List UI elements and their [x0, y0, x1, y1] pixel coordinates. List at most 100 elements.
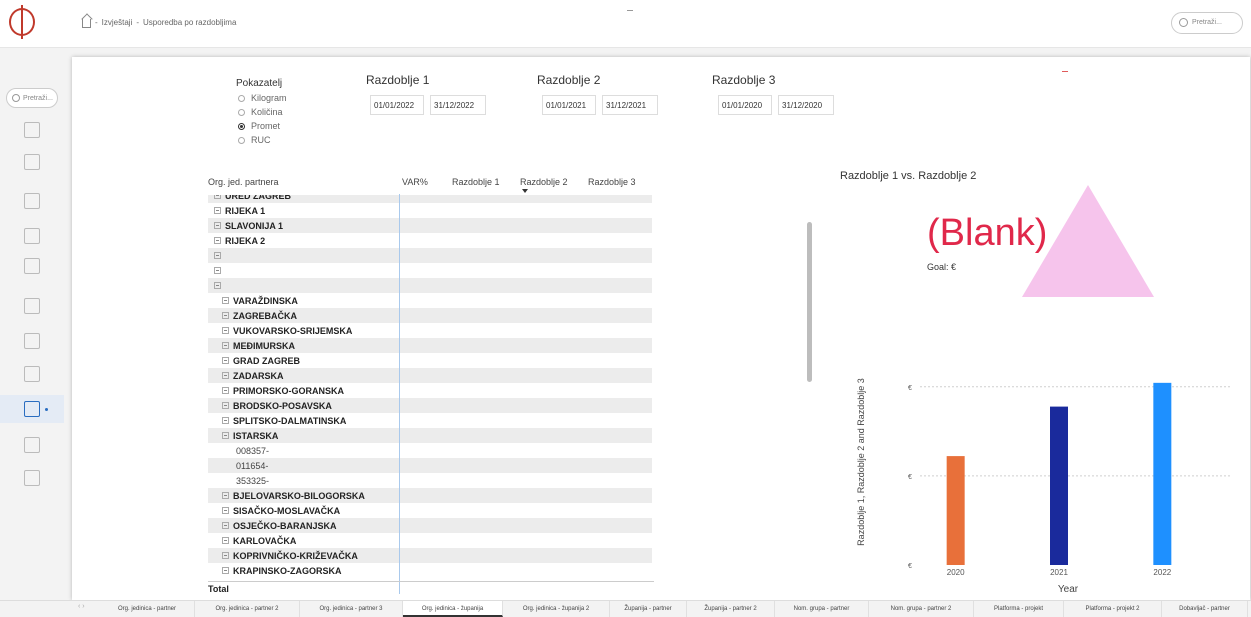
- page-tab[interactable]: Nom. grupa - partner: [775, 601, 869, 617]
- table-row[interactable]: SISAČKO-MOSLAVAČKA: [208, 503, 652, 518]
- expand-icon[interactable]: [214, 222, 221, 229]
- breadcrumb-item-reports[interactable]: Izvještaji: [102, 18, 133, 27]
- sidebar-search-input[interactable]: Pretraži...: [6, 88, 58, 108]
- top-search-input[interactable]: Pretraži...: [1171, 12, 1243, 34]
- period-1-to-input[interactable]: 31/12/2022: [430, 95, 486, 115]
- page-tab[interactable]: Org. jedinica - partner 3: [300, 601, 403, 617]
- sort-desc-icon[interactable]: [522, 189, 528, 193]
- expand-icon[interactable]: [222, 342, 229, 349]
- period-3-to-input[interactable]: 31/12/2020: [778, 95, 834, 115]
- table-row[interactable]: SPLITSKO-DALMATINSKA: [208, 413, 652, 428]
- expand-icon[interactable]: [214, 252, 221, 259]
- period-1-from-input[interactable]: 01/01/2022: [370, 95, 424, 115]
- briefcase-icon[interactable]: [24, 154, 40, 170]
- table-row[interactable]: VUKOVARSKO-SRIJEMSKA: [208, 323, 652, 338]
- column-header-org[interactable]: Org. jed. partnera: [208, 177, 279, 187]
- location-icon[interactable]: [24, 366, 40, 382]
- period-3-from-input[interactable]: 01/01/2020: [718, 95, 772, 115]
- table-row[interactable]: ISTARSKA: [208, 428, 652, 443]
- expand-icon[interactable]: [222, 372, 229, 379]
- shopping-bag-icon[interactable]: [24, 228, 40, 244]
- expand-icon[interactable]: [222, 327, 229, 334]
- expand-icon[interactable]: [214, 267, 221, 274]
- table-row[interactable]: 011654-: [208, 458, 652, 473]
- table-row[interactable]: 353325-: [208, 473, 652, 488]
- expand-icon[interactable]: [222, 387, 229, 394]
- table-row[interactable]: KRAPINSKO-ZAGORSKA: [208, 563, 652, 578]
- radio-ruc[interactable]: RUC: [238, 135, 271, 145]
- page-tab[interactable]: Županija - partner: [610, 601, 687, 617]
- expand-icon[interactable]: [222, 312, 229, 319]
- radio-kilogram[interactable]: Kilogram: [238, 93, 287, 103]
- table-row[interactable]: PRIMORSKO-GORANSKA: [208, 383, 652, 398]
- page-tab[interactable]: Županija - partner 2: [687, 601, 775, 617]
- column-header-period-2[interactable]: Razdoblje 2: [520, 177, 568, 187]
- page-tab[interactable]: Org. jedinica - županija 2: [503, 601, 610, 617]
- cart-icon[interactable]: [24, 298, 40, 314]
- table-row[interactable]: OSJEČKO-BARANJSKA: [208, 518, 652, 533]
- table-row[interactable]: GRAD ZAGREB: [208, 353, 652, 368]
- radio-kolicina[interactable]: Količina: [238, 107, 283, 117]
- table-row[interactable]: 008357-: [208, 443, 652, 458]
- expand-icon[interactable]: [222, 567, 229, 574]
- table-row[interactable]: BRODSKO-POSAVSKA: [208, 398, 652, 413]
- expand-icon[interactable]: [214, 207, 221, 214]
- expand-icon[interactable]: [222, 522, 229, 529]
- home-icon[interactable]: [82, 19, 91, 28]
- table-row[interactable]: [208, 278, 652, 293]
- expand-icon[interactable]: [214, 195, 221, 199]
- table-row[interactable]: URED ZAGREB: [208, 195, 652, 203]
- table-row[interactable]: MEĐIMURSKA: [208, 338, 652, 353]
- column-header-period-3[interactable]: Razdoblje 3: [588, 177, 636, 187]
- logo[interactable]: [9, 5, 35, 39]
- expand-icon[interactable]: [222, 552, 229, 559]
- page-tab[interactable]: Platforma - projekt: [974, 601, 1064, 617]
- table-row[interactable]: KOPRIVNIČKO-KRIŽEVAČKA: [208, 548, 652, 563]
- expand-icon[interactable]: [222, 492, 229, 499]
- expand-icon[interactable]: [222, 417, 229, 424]
- radio-icon[interactable]: [238, 94, 245, 102]
- expand-icon[interactable]: [222, 402, 229, 409]
- expand-icon[interactable]: [222, 297, 229, 304]
- column-header-period-1[interactable]: Razdoblje 1: [452, 177, 500, 187]
- tab-nav-arrows-icon[interactable]: ‹ ›: [78, 603, 85, 610]
- expand-icon[interactable]: [222, 432, 229, 439]
- table-row[interactable]: [208, 263, 652, 278]
- chart-icon[interactable]: [24, 401, 40, 417]
- inbox-icon[interactable]: [24, 470, 40, 486]
- page-tab[interactable]: Nom. grupa - partner 2: [869, 601, 974, 617]
- coins-icon[interactable]: [24, 333, 40, 349]
- table-row[interactable]: RIJEKA 1: [208, 203, 652, 218]
- expand-icon[interactable]: [214, 282, 221, 289]
- table-row[interactable]: [208, 248, 652, 263]
- radio-selected-icon[interactable]: [238, 122, 245, 130]
- expand-icon[interactable]: [214, 237, 221, 244]
- page-tab[interactable]: Platforma - projekt 2: [1064, 601, 1162, 617]
- table-row[interactable]: BJELOVARSKO-BILOGORSKA: [208, 488, 652, 503]
- table-row[interactable]: SLAVONIJA 1: [208, 218, 652, 233]
- table-row[interactable]: RIJEKA 2: [208, 233, 652, 248]
- period-2-from-input[interactable]: 01/01/2021: [542, 95, 596, 115]
- table-row[interactable]: VARAŽDINSKA: [208, 293, 652, 308]
- page-tab[interactable]: Dobavljač - partner: [1162, 601, 1248, 617]
- column-header-var[interactable]: VAR%: [402, 177, 428, 187]
- table-row[interactable]: ZADARSKA: [208, 368, 652, 383]
- breadcrumb-item-current[interactable]: Usporedba po razdobljima: [143, 18, 236, 27]
- period-2-to-input[interactable]: 31/12/2021: [602, 95, 658, 115]
- expand-icon[interactable]: [222, 357, 229, 364]
- home-icon[interactable]: [24, 122, 40, 138]
- document-icon[interactable]: [24, 193, 40, 209]
- table-row[interactable]: KARLOVAČKA: [208, 533, 652, 548]
- radio-icon[interactable]: [238, 136, 245, 144]
- radio-icon[interactable]: [238, 108, 245, 116]
- expand-icon[interactable]: [222, 507, 229, 514]
- vertical-scrollbar[interactable]: [807, 222, 812, 382]
- page-tab[interactable]: Org. jedinica - partner 2: [195, 601, 300, 617]
- radio-promet[interactable]: Promet: [238, 121, 280, 131]
- page-tab[interactable]: Org. jedinica - partner: [100, 601, 195, 617]
- clipboard-icon[interactable]: [24, 258, 40, 274]
- page-tab[interactable]: Org. jedinica - županija: [403, 601, 503, 617]
- table-row[interactable]: ZAGREBAČKA: [208, 308, 652, 323]
- expand-icon[interactable]: [222, 537, 229, 544]
- calendar-icon[interactable]: [24, 437, 40, 453]
